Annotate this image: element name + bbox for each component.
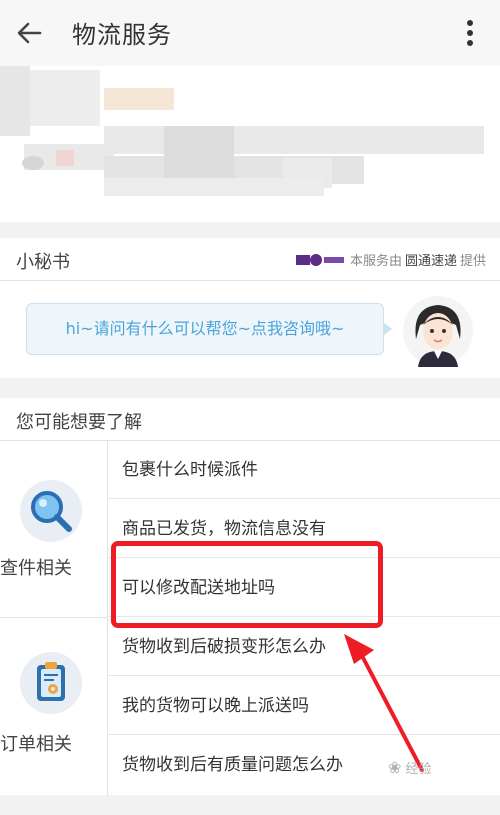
faq-title: 您可能想要了解 [16,412,142,433]
provider-prefix: 本服务由 [349,254,402,269]
provider-note: 本服务由 圆通速递 提供 [295,250,486,269]
paw-icon: ❀ [388,758,402,777]
provider-name: 圆通速递 [404,254,457,269]
faq-question[interactable]: 可以修改配送地址吗 [108,559,500,617]
blurred-order-card [0,66,500,222]
faq-question[interactable]: 商品已发货，物流信息没有 [108,500,500,558]
watermark-text: 经验 [405,762,432,777]
assistant-avatar-icon[interactable] [402,295,474,367]
secretary-title: 小秘书 [16,252,70,273]
faq-header: 您可能想要了解 [0,398,500,441]
faq-question[interactable]: 货物收到后有质量问题怎么办 [108,736,500,794]
watermark: ❀ 经验 [388,758,432,777]
category-label: 订单相关 [0,734,72,755]
faq-question[interactable]: 我的货物可以晚上派送吗 [108,677,500,735]
clipboard-gear-icon [20,652,82,714]
yto-logo-icon [295,253,344,266]
faq-question[interactable]: 包裹什么时候派件 [108,441,500,499]
page-title: 物流服务 [72,21,172,49]
faq-question[interactable]: 货物收到后破损变形怎么办 [108,618,500,676]
category-label: 查件相关 [0,558,72,579]
faq-list: 查件相关 订单相关 包裹什么时候派件 商品已发货，物流信息没有 可以修改配送地址… [0,441,500,795]
arrow-left-icon[interactable] [12,16,48,50]
provider-suffix: 提供 [459,254,486,269]
top-app-bar: 物流服务 [0,0,500,66]
consult-bubble[interactable]: hi~请问有什么可以帮您~点我咨询哦~ [26,303,392,355]
vertical-dots-icon[interactable] [455,14,485,52]
magnifier-icon [20,480,82,542]
secretary-panel: hi~请问有什么可以帮您~点我咨询哦~ [0,281,500,378]
secretary-header: 小秘书 本服务由 圆通速递 提供 [0,238,500,281]
